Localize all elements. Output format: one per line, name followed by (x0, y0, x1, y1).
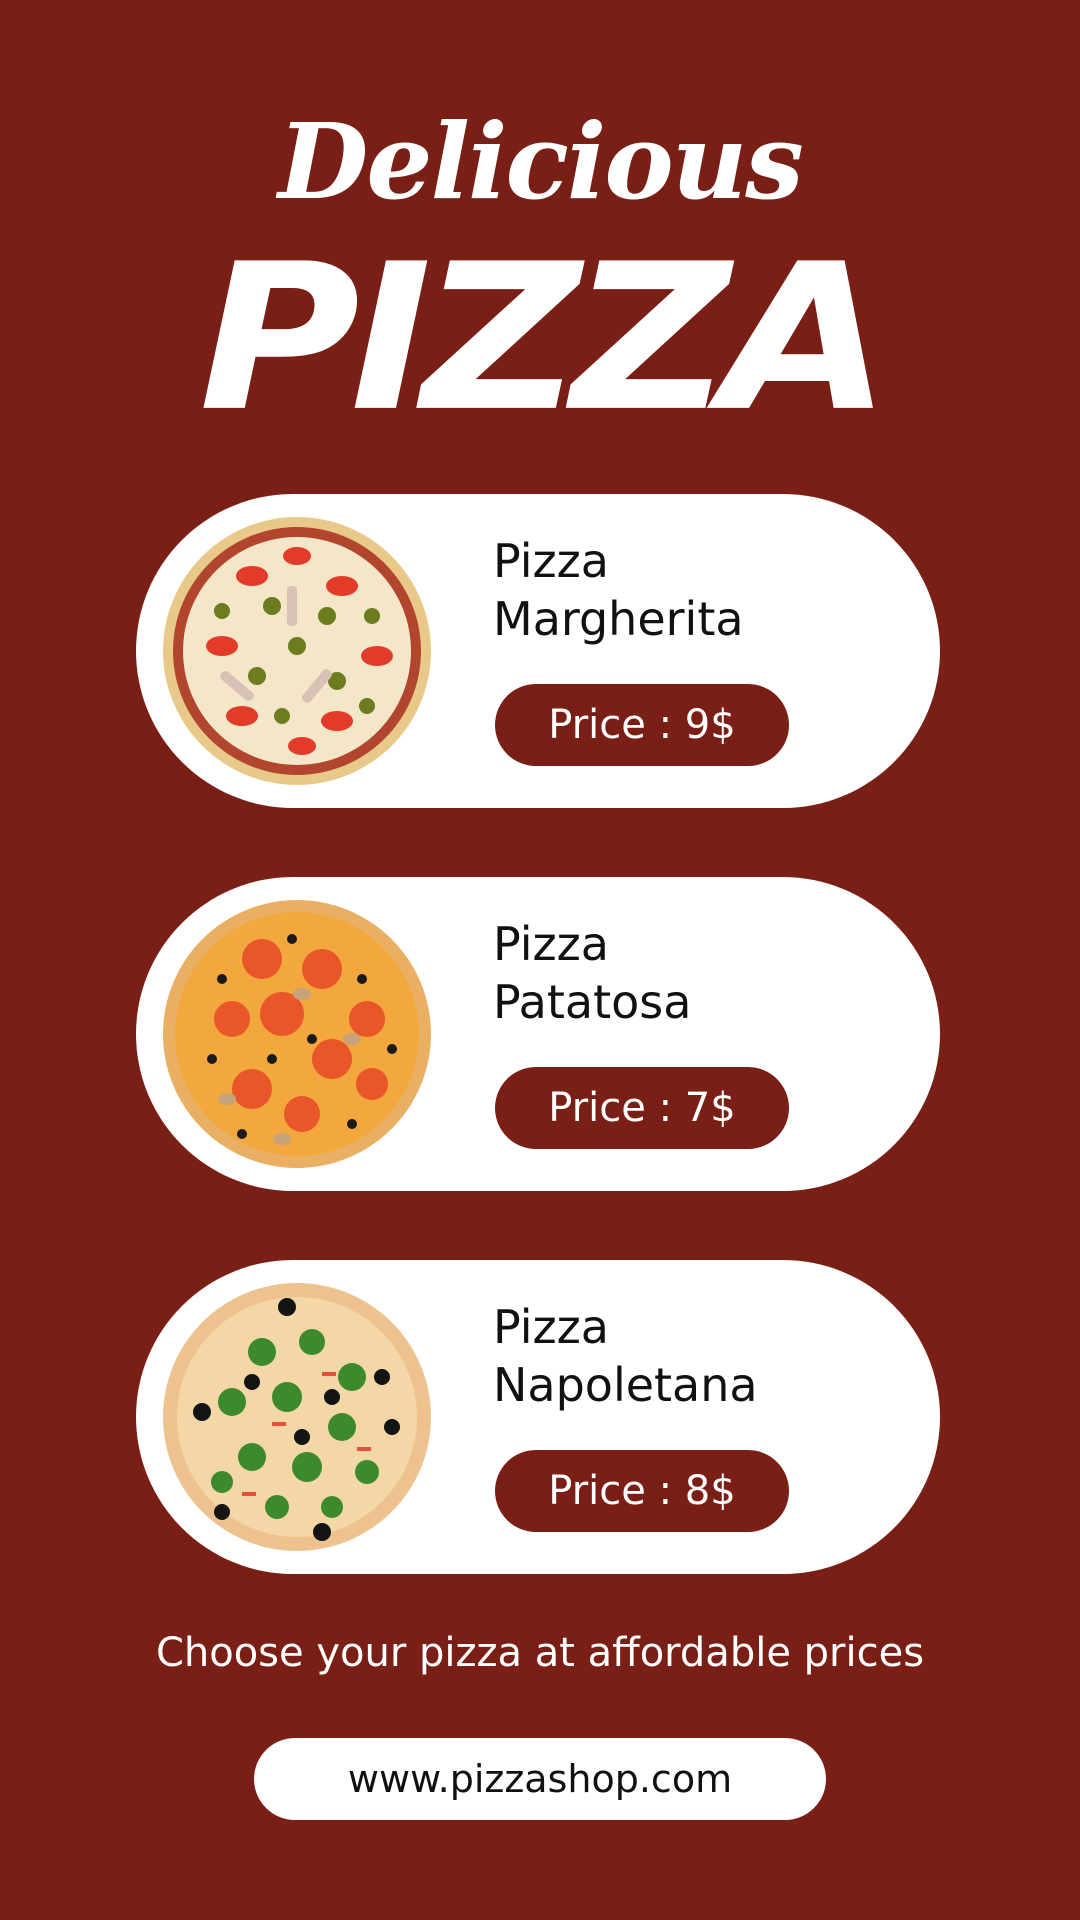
menu-card-patatosa[interactable]: Pizza Patatosa Price : 7$ (136, 877, 940, 1191)
pizza-margherita-image (162, 516, 432, 786)
pizza-napoletana-image (162, 1282, 432, 1552)
tagline: Choose your pizza at affordable prices (155, 1630, 925, 1676)
pizza-name-line2: Napoletana (493, 1358, 758, 1412)
pizza-patatosa-image (162, 899, 432, 1169)
pizza-name: Pizza Napoletana (493, 1298, 758, 1414)
price-button[interactable]: Price : 8$ (495, 1450, 789, 1532)
pizza-name: Pizza Patatosa (493, 915, 691, 1031)
menu-card-napoletana[interactable]: Pizza Napoletana Price : 8$ (136, 1260, 940, 1574)
pizza-name-line1: Pizza (493, 1300, 609, 1354)
price-button[interactable]: Price : 9$ (495, 684, 789, 766)
pizza-name-line2: Margherita (493, 592, 744, 646)
website-link[interactable]: www.pizzashop.com (254, 1738, 826, 1820)
pizza-name-line2: Patatosa (493, 975, 692, 1029)
price-button[interactable]: Price : 7$ (495, 1067, 789, 1149)
pizza-name-line1: Pizza (493, 917, 609, 971)
pizza-heading: PIZZA (198, 220, 891, 456)
pizza-name: Pizza Margherita (493, 532, 744, 648)
pizza-name-line1: Pizza (493, 534, 609, 588)
menu-card-margherita[interactable]: Pizza Margherita Price : 9$ (136, 494, 940, 808)
delicious-heading: Delicious (278, 100, 804, 223)
